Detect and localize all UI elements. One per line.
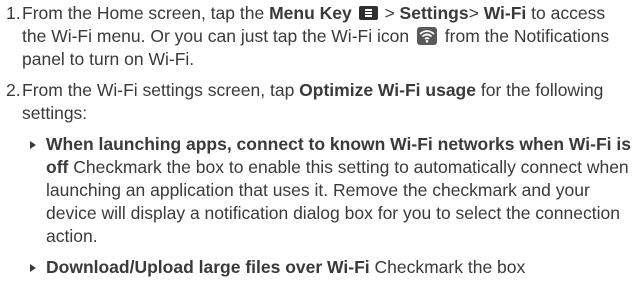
step-1: 1. From the Home screen, tap the Menu Ke…: [6, 2, 632, 71]
bullet-triangle-icon: [30, 264, 36, 272]
step-text: From the Home screen, tap the: [22, 3, 270, 23]
setting-item: Download/Upload large files over Wi-Fi C…: [6, 256, 632, 279]
setting-item: When launching apps, connect to known Wi…: [6, 133, 632, 248]
step-number: 1.: [6, 3, 21, 23]
settings-label: Settings: [399, 3, 469, 23]
step-number: 2.: [6, 80, 21, 100]
step-text: >: [379, 3, 400, 23]
optimize-wifi-label: Optimize Wi-Fi usage: [299, 80, 476, 100]
setting-description: Checkmark the box to enable this setting…: [46, 157, 629, 246]
setting-description: Checkmark the box: [369, 257, 526, 277]
bullet-triangle-icon: [30, 141, 36, 149]
step-2: 2. From the Wi-Fi settings screen, tap O…: [6, 79, 632, 125]
menu-key-icon: [358, 6, 378, 20]
wifi-icon: [416, 27, 437, 45]
setting-title: Download/Upload large files over Wi-Fi: [46, 257, 370, 277]
step-text: From the Wi-Fi settings screen, tap: [22, 80, 300, 100]
step-text: >: [468, 3, 484, 23]
menu-key-label: Menu Key: [269, 3, 352, 23]
document-body: 1. From the Home screen, tap the Menu Ke…: [6, 2, 632, 287]
wifi-label: Wi-Fi: [483, 3, 527, 23]
